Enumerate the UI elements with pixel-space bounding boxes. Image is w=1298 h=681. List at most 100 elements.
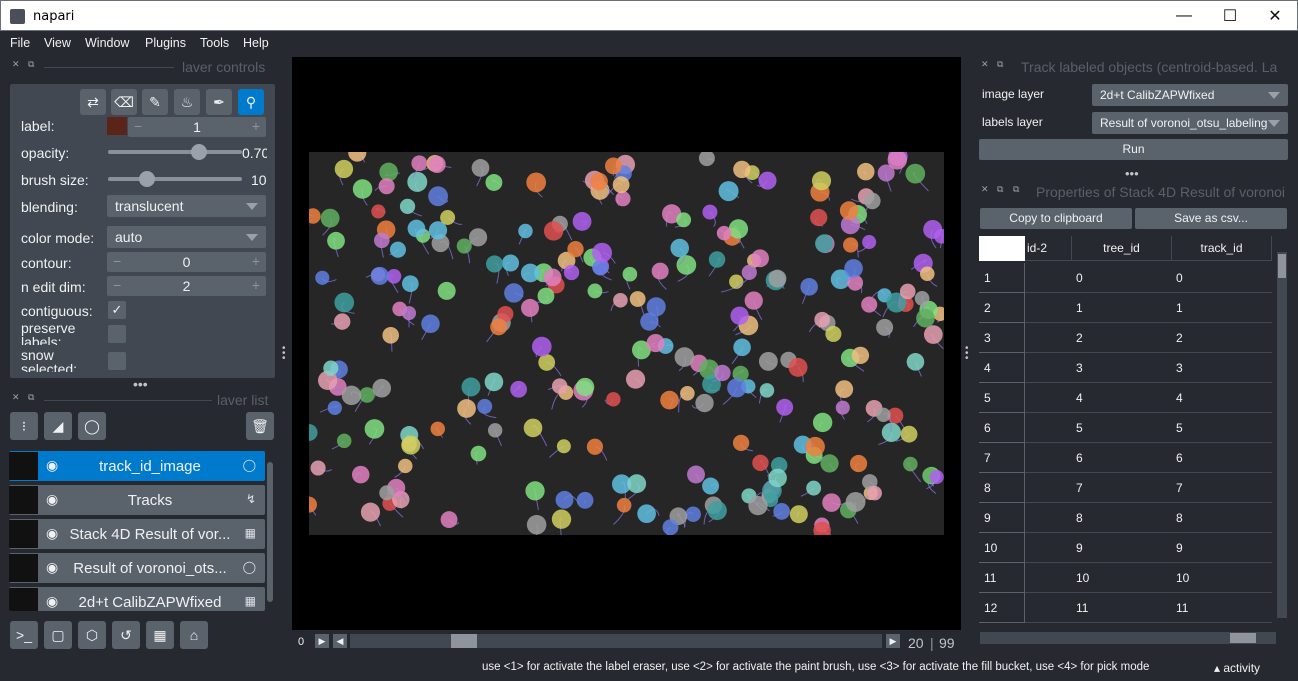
eye-icon[interactable]: ◉ (46, 525, 58, 542)
row-header[interactable]: 2 (979, 293, 1025, 323)
eraser-button[interactable]: ⌫ (111, 89, 137, 115)
table-cell-track-id[interactable]: 5 (1172, 413, 1272, 443)
roll-dims-button[interactable]: ⬡ (78, 621, 106, 649)
close-dock-icon[interactable]: ✕ (12, 392, 20, 403)
float-dock-icon[interactable]: ⧉ (28, 59, 34, 70)
table-cell[interactable] (1025, 353, 1072, 383)
eye-icon[interactable]: ◉ (46, 491, 58, 508)
brush-size-slider-handle[interactable] (138, 171, 155, 187)
transpose-button[interactable]: ↺ (112, 621, 140, 649)
labels-layer-dropdown[interactable]: Result of voronoi_otsu_labeling (1092, 112, 1288, 134)
row-header[interactable]: 8 (979, 473, 1025, 503)
table-cell[interactable] (1025, 263, 1072, 293)
table-cell-tree-id[interactable]: 11 (1072, 593, 1172, 623)
table-cell-tree-id[interactable]: 8 (1072, 503, 1172, 533)
opacity-slider[interactable] (108, 150, 242, 154)
row-header[interactable]: 7 (979, 443, 1025, 473)
table-corner[interactable] (979, 236, 1025, 261)
fill-bucket-button[interactable]: ♨ (174, 89, 200, 115)
row-header[interactable]: 10 (979, 533, 1025, 563)
eye-icon[interactable]: ◉ (46, 457, 58, 474)
shuffle-colors-button[interactable]: ⇄ (80, 89, 106, 115)
contour-spinbox[interactable]: − 0 + (107, 252, 266, 272)
table-horizontal-scrollbar[interactable] (980, 632, 1276, 644)
table-cell-track-id[interactable]: 3 (1172, 353, 1272, 383)
layer-row-calib[interactable]: ◉ 2d+t CalibZAPWfixed ▦ (9, 587, 265, 611)
table-cell[interactable] (1025, 473, 1072, 503)
dims-current-value[interactable]: 20 (908, 635, 924, 651)
close-window-button[interactable]: ✕ (1252, 1, 1298, 31)
brush-size-slider[interactable] (108, 177, 242, 181)
save-as-csv-button[interactable]: Save as csv... (1135, 208, 1287, 229)
close-dock-icon[interactable]: ✕ (981, 59, 989, 70)
activity-button[interactable]: ▴ activity (1214, 661, 1260, 675)
pan-zoom-button[interactable]: ⚲ (238, 89, 264, 115)
pin-dock-icon[interactable]: ⧉ (1013, 184, 1019, 195)
preserve-labels-checkbox[interactable] (108, 325, 126, 343)
float-dock-icon[interactable]: ⧉ (997, 59, 1003, 70)
table-cell-tree-id[interactable]: 0 (1072, 263, 1172, 293)
table-cell-tree-id[interactable]: 3 (1072, 353, 1172, 383)
row-header[interactable]: 4 (979, 353, 1025, 383)
row-header[interactable]: 11 (979, 563, 1025, 593)
step-forward-button[interactable]: ▶ (886, 634, 900, 648)
label-color-swatch[interactable] (107, 117, 127, 135)
layer-list-scrollbar[interactable] (267, 462, 273, 602)
increment-icon[interactable]: + (252, 118, 260, 134)
menu-plugins[interactable]: Plugins (145, 36, 186, 50)
play-button[interactable]: ▶ (315, 634, 329, 648)
close-dock-icon[interactable]: ✕ (12, 59, 20, 70)
column-header-track-id[interactable]: track_id (1172, 236, 1272, 261)
table-cell[interactable] (1025, 383, 1072, 413)
grid-view-button[interactable]: ▦ (146, 621, 174, 649)
increment-icon[interactable]: + (252, 253, 260, 269)
float-dock-icon[interactable]: ⧉ (997, 184, 1003, 195)
table-cell-track-id[interactable]: 6 (1172, 443, 1272, 473)
new-labels-layer-button[interactable]: ◯ (78, 412, 106, 440)
viewer-canvas[interactable] (292, 57, 961, 630)
table-cell-tree-id[interactable]: 7 (1072, 473, 1172, 503)
table-scroll-thumb[interactable] (1278, 254, 1286, 278)
table-cell-track-id[interactable]: 1 (1172, 293, 1272, 323)
table-cell-tree-id[interactable]: 4 (1072, 383, 1172, 413)
new-shapes-layer-button[interactable]: ◢ (44, 412, 72, 440)
eye-icon[interactable]: ◉ (46, 593, 58, 610)
dims-slider-thumb[interactable] (451, 634, 478, 648)
table-cell[interactable] (1025, 533, 1072, 563)
table-cell-tree-id[interactable]: 9 (1072, 533, 1172, 563)
label-spinbox[interactable]: − 1 + (128, 117, 266, 137)
column-header-id-2[interactable]: id-2 (1025, 236, 1072, 261)
home-button[interactable]: ⌂ (180, 621, 208, 649)
row-header[interactable]: 1 (979, 263, 1025, 293)
close-dock-icon[interactable]: ✕ (981, 184, 989, 195)
table-cell[interactable] (1025, 323, 1072, 353)
menu-file[interactable]: File (10, 36, 30, 50)
paint-brush-button[interactable]: ✎ (142, 89, 168, 115)
layer-row-voronoi[interactable]: ◉ Result of voronoi_ots... ◯ (9, 553, 265, 583)
layer-row-tracks[interactable]: ◉ Tracks ↯ (9, 485, 265, 515)
ndisplay-button[interactable]: ▢ (44, 621, 72, 649)
row-header[interactable]: 3 (979, 323, 1025, 353)
table-cell-track-id[interactable]: 0 (1172, 263, 1272, 293)
table-cell-tree-id[interactable]: 2 (1072, 323, 1172, 353)
row-header[interactable]: 6 (979, 413, 1025, 443)
table-cell[interactable] (1025, 563, 1072, 593)
new-points-layer-button[interactable]: ⁝ (10, 412, 38, 440)
table-cell-track-id[interactable]: 9 (1172, 533, 1272, 563)
table-cell-track-id[interactable]: 2 (1172, 323, 1272, 353)
minimize-button[interactable]: — (1161, 1, 1207, 31)
image-layer-dropdown[interactable]: 2d+t CalibZAPWfixed (1092, 84, 1288, 106)
float-dock-icon[interactable]: ⧉ (28, 392, 34, 403)
menu-view[interactable]: View (44, 36, 71, 50)
color-mode-dropdown[interactable]: auto (107, 226, 266, 248)
table-cell[interactable] (1025, 293, 1072, 323)
menu-tools[interactable]: Tools (200, 36, 229, 50)
opacity-slider-handle[interactable] (190, 144, 207, 160)
splitter-handle[interactable]: ••• (133, 376, 148, 392)
table-cell[interactable] (1025, 503, 1072, 533)
run-button[interactable]: Run (979, 139, 1288, 160)
row-header[interactable]: 9 (979, 503, 1025, 533)
color-picker-button[interactable]: ✒ (206, 89, 232, 115)
step-back-button[interactable]: ◀ (333, 634, 347, 648)
layer-row-stack-4d[interactable]: ◉ Stack 4D Result of vor... ▦ (9, 519, 265, 549)
